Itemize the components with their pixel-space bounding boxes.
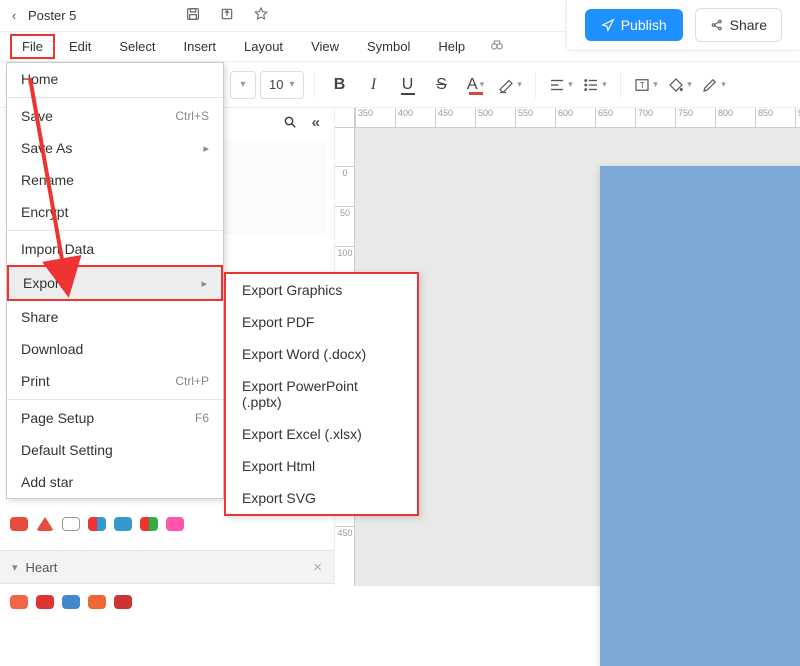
file-share[interactable]: Share (7, 301, 223, 333)
ruler-tick: 350 (355, 108, 373, 128)
underline-button[interactable]: U (393, 70, 423, 100)
menu-file[interactable]: File (10, 34, 55, 59)
file-home[interactable]: Home (7, 63, 223, 95)
share-button[interactable]: Share (695, 8, 782, 42)
file-download[interactable]: Download (7, 333, 223, 365)
strikethrough-button[interactable]: S (427, 70, 457, 100)
ruler-tick: 800 (715, 108, 733, 128)
ruler-tick: 900 (795, 108, 800, 128)
file-default-setting[interactable]: Default Setting (7, 434, 223, 466)
ruler-tick: 0 (335, 166, 355, 178)
ruler-tick: 850 (755, 108, 773, 128)
font-size-value: 10 (269, 77, 283, 92)
close-category-icon[interactable]: × (313, 559, 322, 576)
document-title[interactable]: Poster 5 (20, 8, 84, 23)
menu-insert[interactable]: Insert (170, 34, 231, 59)
bold-button[interactable]: B (325, 70, 355, 100)
align-button[interactable]: ▾ (546, 70, 576, 100)
file-page-setup[interactable]: Page SetupF6 (7, 402, 223, 434)
font-color-button[interactable]: A▾ (461, 70, 491, 100)
ruler-tick: 100 (335, 246, 355, 258)
file-import-data[interactable]: Import Data (7, 233, 223, 265)
ruler-tick: 450 (335, 526, 355, 538)
chevron-right-icon: ▸ (201, 277, 207, 290)
export-pdf[interactable]: Export PDF (226, 306, 417, 338)
ruler-tick: 500 (475, 108, 493, 128)
ruler-tick: 450 (435, 108, 453, 128)
export-svg[interactable]: Export SVG (226, 482, 417, 514)
file-add-star[interactable]: Add star (7, 466, 223, 498)
collapse-icon[interactable]: « (312, 114, 320, 134)
ruler-tick: 600 (555, 108, 573, 128)
chevron-right-icon: ▸ (203, 142, 209, 155)
search-icon[interactable] (282, 114, 298, 134)
menu-help[interactable]: Help (424, 34, 479, 59)
file-export[interactable]: Export▸ (9, 267, 221, 299)
category-label: Heart (26, 560, 58, 575)
ruler-tick: 550 (515, 108, 533, 128)
ruler-tick: 400 (395, 108, 413, 128)
file-rename[interactable]: Rename (7, 164, 223, 196)
heart-shapes-row[interactable] (0, 584, 334, 620)
ruler-tick: 700 (635, 108, 653, 128)
menu-select[interactable]: Select (105, 34, 169, 59)
fill-button[interactable]: ▾ (665, 70, 695, 100)
publish-button[interactable]: Publish (585, 9, 683, 41)
title-tools (185, 6, 269, 26)
horizontal-ruler[interactable]: 350 400 450 500 550 600 650 700 750 800 … (355, 108, 800, 128)
share-label: Share (730, 17, 767, 33)
file-encrypt[interactable]: Encrypt (7, 196, 223, 228)
chevron-down-icon: ▾ (12, 561, 18, 574)
separator (7, 399, 223, 400)
file-save[interactable]: SaveCtrl+S (7, 100, 223, 132)
publish-label: Publish (621, 17, 667, 33)
export-submenu: Export Graphics Export PDF Export Word (… (224, 272, 419, 516)
save-icon[interactable] (185, 6, 201, 26)
canvas-page[interactable]: Loren eius (600, 166, 800, 666)
export-icon[interactable] (219, 6, 235, 26)
menu-layout[interactable]: Layout (230, 34, 297, 59)
back-icon[interactable]: ‹ (0, 8, 20, 23)
pen-tool-button[interactable]: ▾ (699, 70, 729, 100)
export-powerpoint[interactable]: Export PowerPoint (.pptx) (226, 370, 417, 418)
publish-bar: Publish Share (566, 0, 800, 51)
export-excel[interactable]: Export Excel (.xlsx) (226, 418, 417, 450)
separator (7, 97, 223, 98)
menu-symbol[interactable]: Symbol (353, 34, 424, 59)
separator (620, 72, 621, 98)
separator (535, 72, 536, 98)
file-menu: Home SaveCtrl+S Save As▸ Rename Encrypt … (6, 62, 224, 499)
ruler-tick: 750 (675, 108, 693, 128)
export-word[interactable]: Export Word (.docx) (226, 338, 417, 370)
export-graphics[interactable]: Export Graphics (226, 274, 417, 306)
list-button[interactable]: ▾ (580, 70, 610, 100)
ruler-tick: 650 (595, 108, 613, 128)
ruler-tick: 50 (335, 206, 355, 218)
export-highlight-box: Export▸ (7, 265, 223, 301)
file-save-as[interactable]: Save As▸ (7, 132, 223, 164)
separator (7, 230, 223, 231)
font-size-dropdown[interactable]: 10 ▾ (260, 71, 304, 99)
separator (314, 72, 315, 98)
menu-edit[interactable]: Edit (55, 34, 105, 59)
text-box-button[interactable]: T▾ (631, 70, 661, 100)
star-icon[interactable] (253, 6, 269, 26)
file-print[interactable]: PrintCtrl+P (7, 365, 223, 397)
export-html[interactable]: Export Html (226, 450, 417, 482)
ruler-corner (335, 108, 355, 128)
binoculars-icon[interactable] (489, 37, 505, 56)
menu-view[interactable]: View (297, 34, 353, 59)
italic-button[interactable]: I (359, 70, 389, 100)
svg-text:T: T (640, 81, 645, 90)
style-dropdown[interactable]: ▾ (230, 71, 256, 99)
title-bar: ‹ Poster 5 Publish Share (0, 0, 800, 32)
highlight-button[interactable]: ▾ (495, 70, 525, 100)
category-heart[interactable]: ▾ Heart × (0, 550, 334, 584)
